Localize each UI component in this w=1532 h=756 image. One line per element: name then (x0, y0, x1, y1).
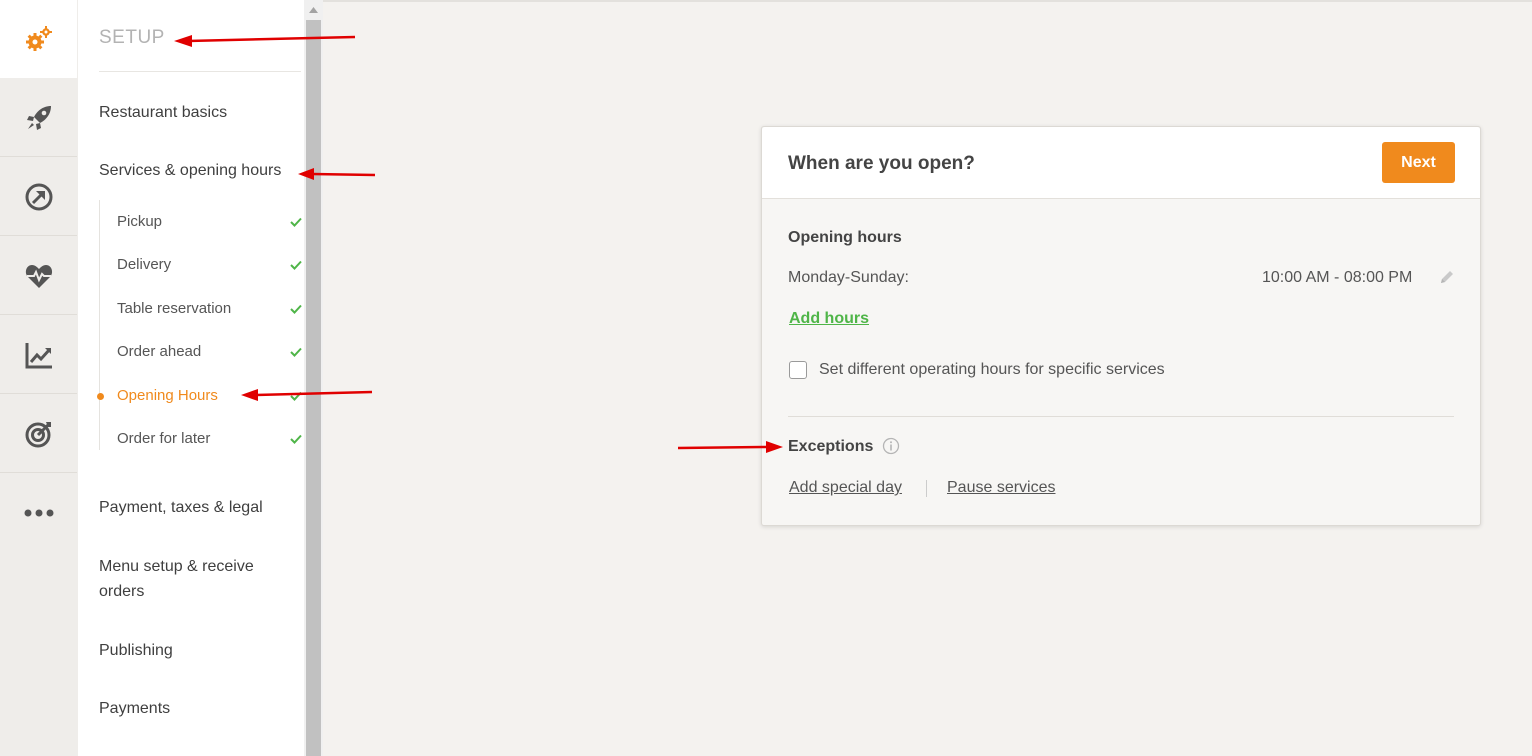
rail-item-promote[interactable] (0, 158, 77, 236)
setup-panel: SETUP Restaurant basics Services & openi… (78, 0, 304, 756)
sidebar-item-payment-taxes-legal[interactable]: Payment, taxes & legal (99, 495, 289, 520)
sidebar-item-publishing[interactable]: Publishing (99, 638, 289, 663)
icon-rail (0, 0, 78, 756)
sidebar-item-services-opening-hours[interactable]: Services & opening hours (99, 158, 289, 183)
card-header: When are you open? Next (762, 127, 1480, 199)
subnav-item-delivery[interactable]: Delivery (117, 255, 307, 275)
link-separator (926, 480, 927, 497)
rail-item-more[interactable] (0, 474, 77, 552)
scroll-up-button[interactable] (304, 0, 323, 20)
divider (99, 71, 301, 72)
more-dots-icon (24, 509, 53, 517)
rail-item-health[interactable] (0, 237, 77, 315)
sidebar-scrollbar[interactable] (304, 0, 323, 756)
target-icon (25, 421, 51, 447)
rail-item-marketing[interactable] (0, 395, 77, 473)
sidebar-item-payments[interactable]: Payments (99, 696, 289, 721)
current-indicator-dot (97, 393, 104, 400)
check-icon (290, 217, 302, 227)
check-icon (290, 434, 302, 444)
edit-pencil-icon[interactable] (1438, 268, 1456, 286)
exceptions-heading: Exceptions (788, 438, 874, 455)
rail-item-reports[interactable] (0, 316, 77, 394)
sidebar-item-menu-setup[interactable]: Menu setup & receive orders (99, 554, 289, 604)
next-button[interactable]: Next (1382, 142, 1455, 183)
chart-line-icon (25, 342, 52, 368)
hours-day-range: Monday-Sunday: (788, 269, 909, 286)
sidebar-item-restaurant-basics[interactable]: Restaurant basics (99, 100, 289, 125)
subnav-item-order-for-later[interactable]: Order for later (117, 429, 307, 449)
panel-title: SETUP (99, 27, 165, 48)
subnav-line (99, 200, 100, 450)
different-hours-label[interactable]: Set different operating hours for specif… (819, 361, 1165, 379)
pause-services-link[interactable]: Pause services (947, 479, 1056, 497)
subnav-item-pickup[interactable]: Pickup (117, 212, 307, 232)
add-hours-link[interactable]: Add hours (789, 310, 869, 328)
different-hours-checkbox[interactable] (789, 361, 807, 379)
hours-time-range: 10:00 AM - 08:00 PM (1262, 269, 1413, 286)
subnav-item-opening-hours[interactable]: Opening Hours (117, 386, 307, 406)
check-icon (290, 347, 302, 357)
health-heart-icon (25, 264, 52, 288)
info-icon[interactable] (882, 437, 900, 455)
promote-arrow-icon (25, 183, 52, 210)
check-icon (290, 260, 302, 270)
scroll-thumb[interactable] (306, 20, 321, 756)
card-title: When are you open? (788, 153, 975, 174)
divider (788, 416, 1454, 417)
rail-item-launch[interactable] (0, 79, 77, 157)
opening-hours-heading: Opening hours (788, 229, 902, 246)
subnav-item-order-ahead[interactable]: Order ahead (117, 342, 307, 362)
gears-icon (25, 26, 52, 51)
rocket-icon (26, 105, 51, 130)
rail-item-setup[interactable] (0, 0, 77, 78)
add-special-day-link[interactable]: Add special day (789, 479, 902, 497)
scroll-up-arrow-icon (309, 7, 318, 13)
opening-hours-card: When are you open? Next Opening hours Mo… (761, 126, 1481, 526)
subnav-item-table-reservation[interactable]: Table reservation (117, 299, 307, 319)
check-icon (290, 391, 302, 401)
check-icon (290, 304, 302, 314)
